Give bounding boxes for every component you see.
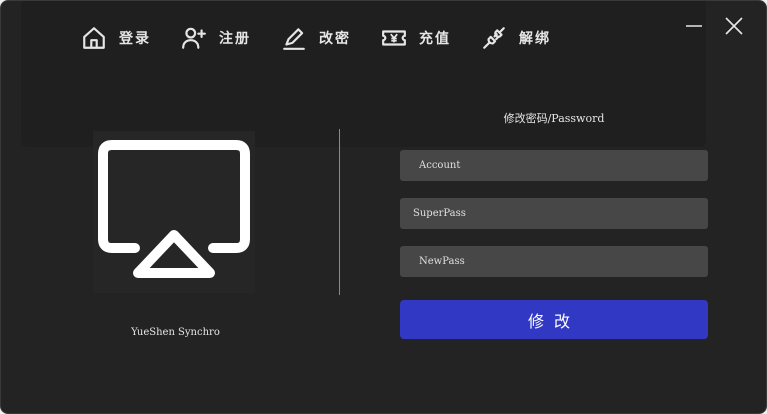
nav-login[interactable]: 登录 [81,23,151,53]
unplug-icon [481,25,507,51]
newpass-input[interactable] [400,246,708,277]
nav-change-password-label: 改密 [319,31,351,47]
app-window: 登录 注册 改密 充值 解绑 YueShen Synchro 修改密码/Pass… [0,0,767,414]
pencil-icon [281,25,307,51]
close-button[interactable] [723,15,745,37]
minimize-icon [686,25,702,27]
nav-login-label: 登录 [119,31,151,47]
add-user-icon [181,25,207,51]
vertical-divider [339,129,340,295]
nav-unbind-label: 解绑 [519,31,551,47]
nav-recharge-label: 充值 [419,31,451,47]
change-password-button[interactable]: 修改 [400,300,708,339]
yuan-ticket-icon [381,25,407,51]
nav-register[interactable]: 注册 [181,23,251,53]
screen-cast-logo-icon [98,140,250,278]
superpass-input[interactable] [400,198,708,229]
top-nav: 登录 注册 改密 充值 解绑 [81,23,581,53]
app-name: YueShen Synchro [131,327,220,338]
nav-unbind[interactable]: 解绑 [481,23,551,53]
form-title: 修改密码/Password [503,112,605,125]
minimize-button[interactable] [683,15,705,37]
home-icon [81,25,107,51]
app-logo [93,131,255,293]
close-icon [725,17,743,35]
nav-change-password[interactable]: 改密 [281,23,351,53]
nav-recharge[interactable]: 充值 [381,23,451,53]
nav-register-label: 注册 [219,31,251,47]
account-input[interactable] [400,150,708,181]
